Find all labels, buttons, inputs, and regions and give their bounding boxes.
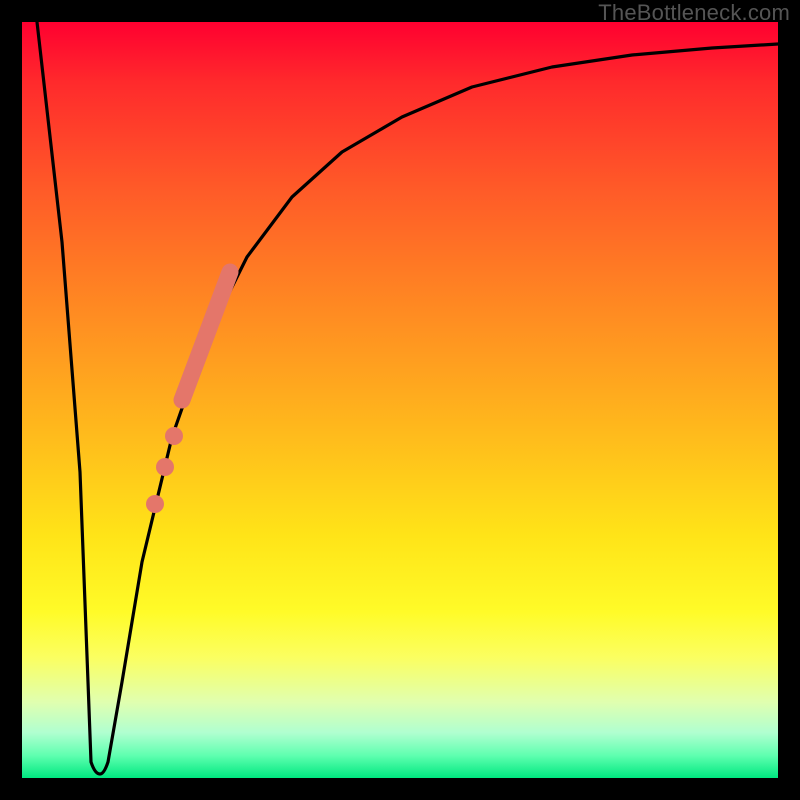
watermark-text: TheBottleneck.com — [598, 0, 790, 26]
highlight-segment — [182, 272, 230, 400]
highlight-dot-3 — [146, 495, 164, 513]
curve-layer — [22, 22, 778, 778]
plot-area — [22, 22, 778, 778]
chart-frame: TheBottleneck.com — [0, 0, 800, 800]
highlight-dot-1 — [165, 427, 183, 445]
highlight-dot-2 — [156, 458, 174, 476]
bottleneck-curve — [37, 22, 778, 774]
